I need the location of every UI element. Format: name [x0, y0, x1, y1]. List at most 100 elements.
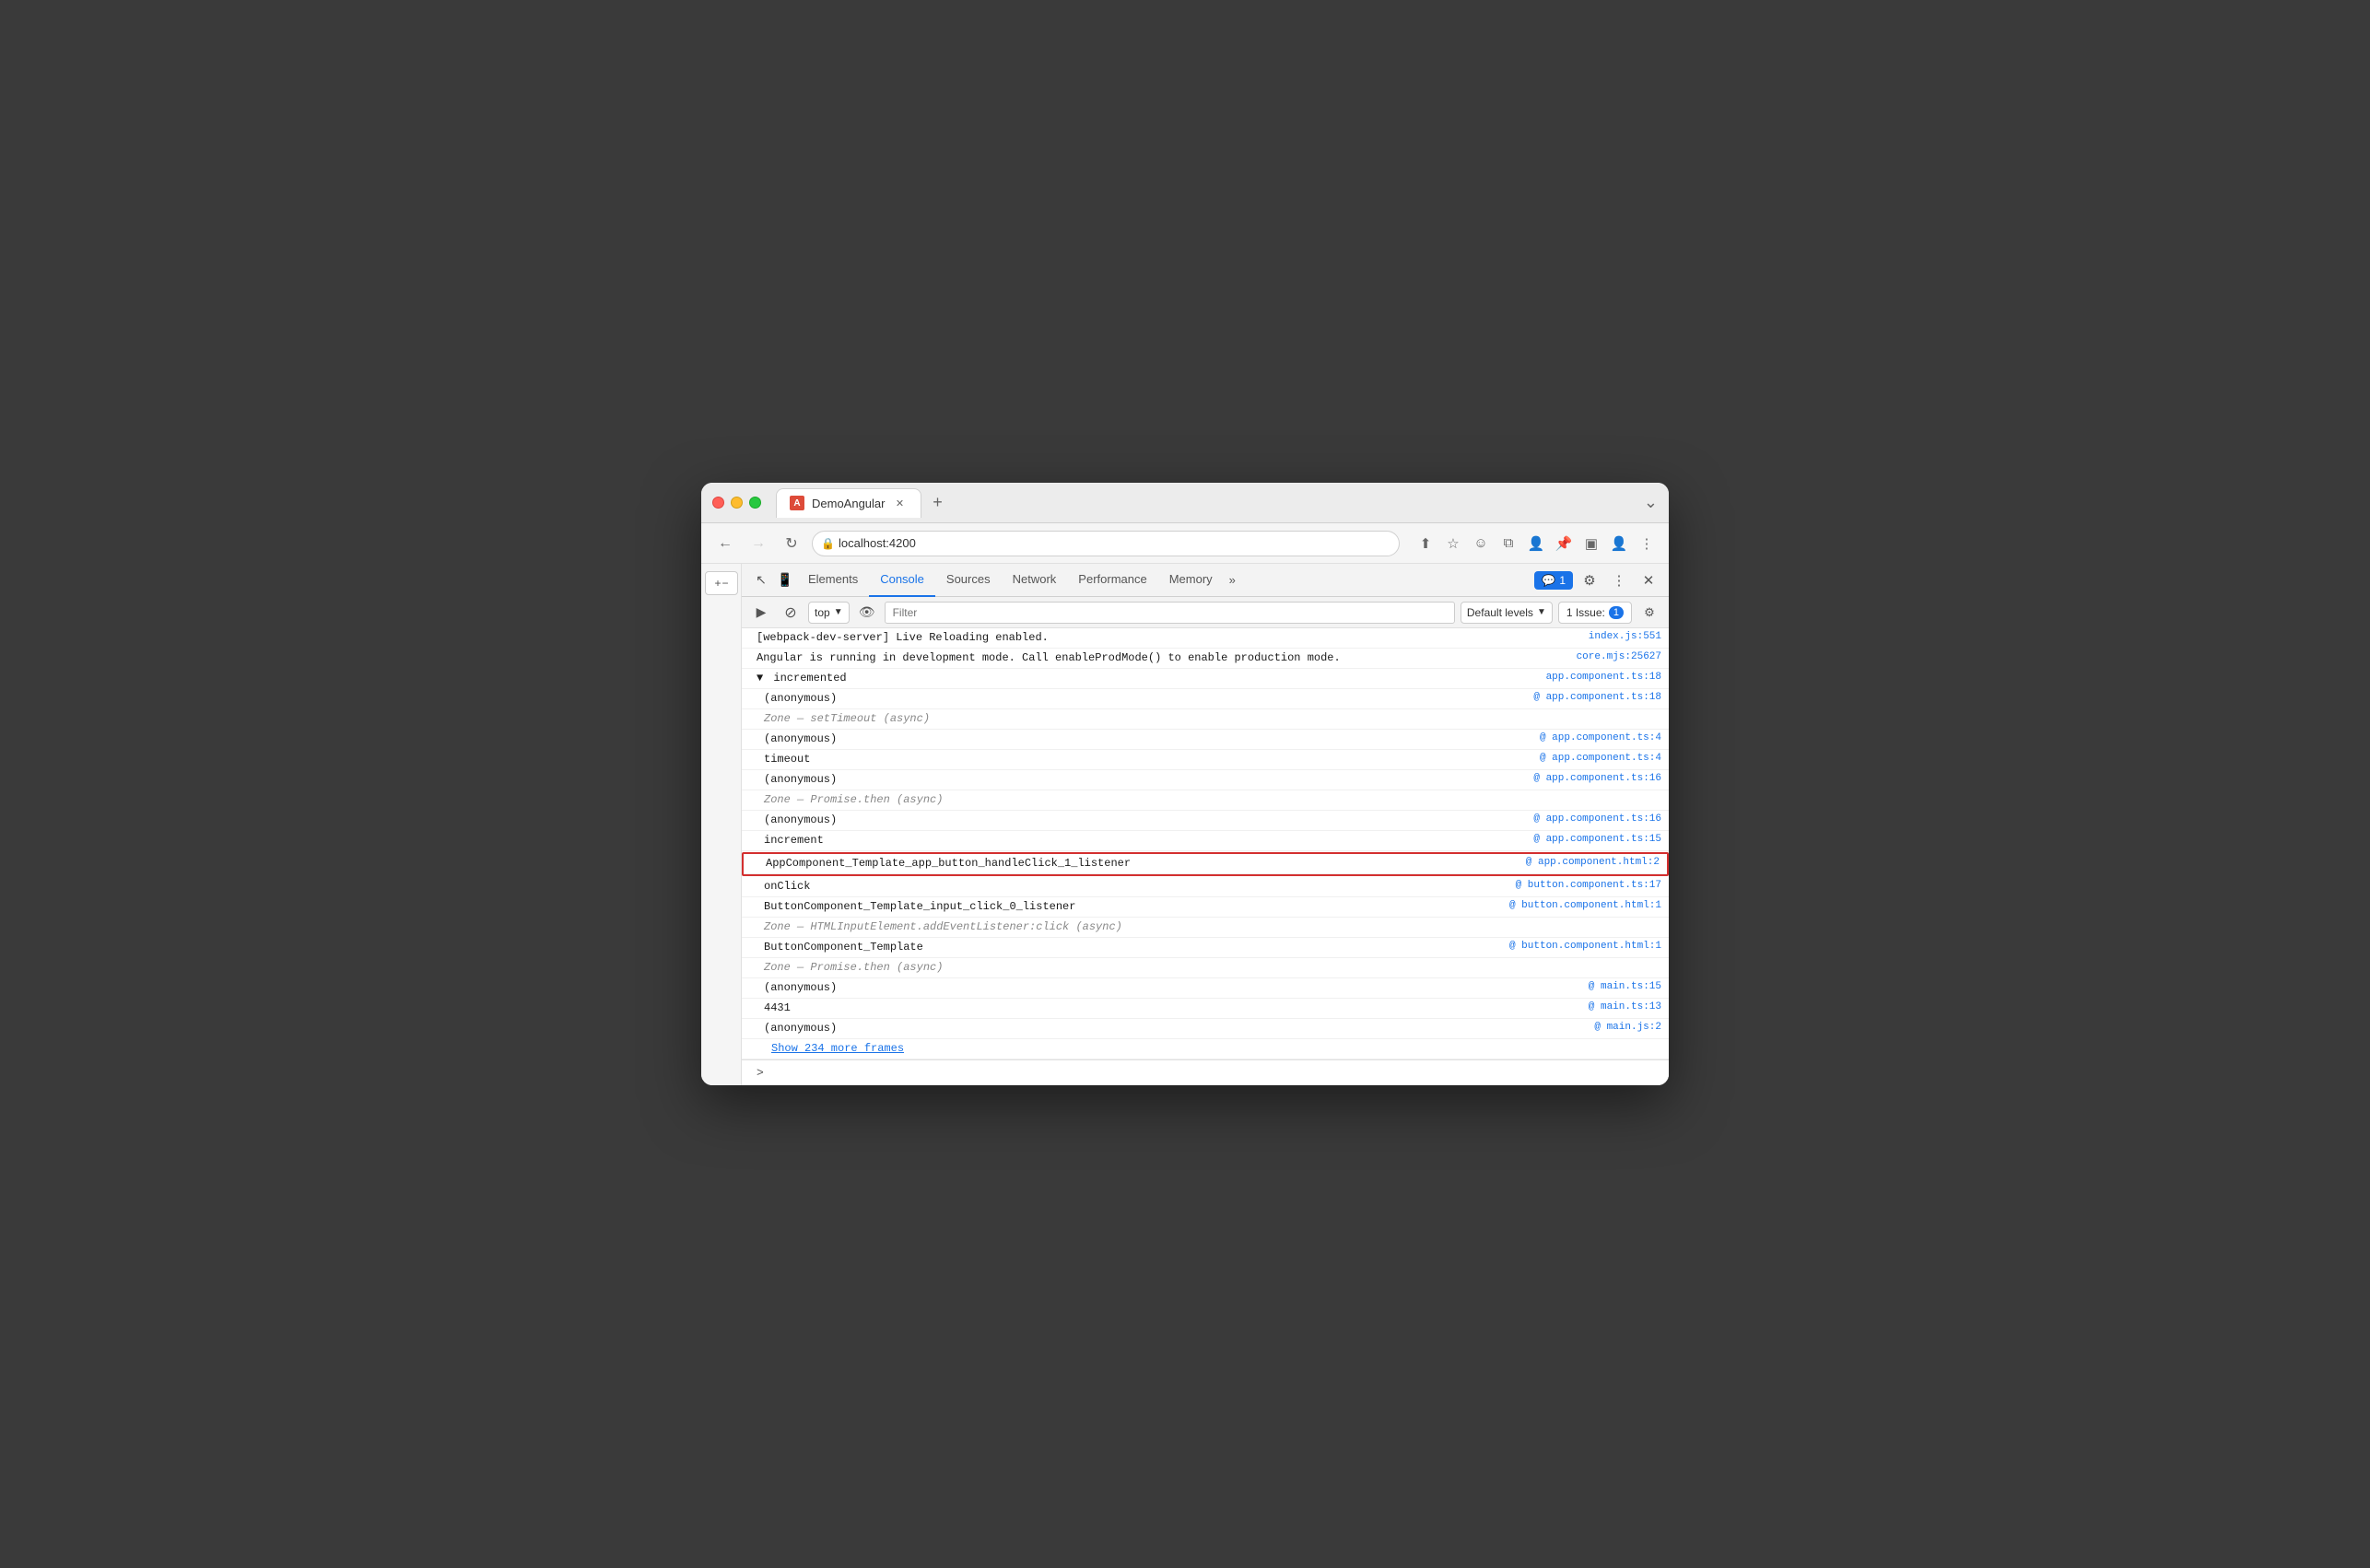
console-line-source[interactable]: @ button.component.html:1	[1509, 941, 1661, 952]
avatar-icon[interactable]: 👤	[1608, 532, 1630, 555]
console-line-source[interactable]: core.mjs:25627	[1577, 651, 1661, 662]
forward-button[interactable]: →	[745, 531, 771, 556]
window-chevron-button[interactable]: ⌄	[1644, 493, 1658, 512]
tab-favicon: A	[790, 496, 804, 510]
browser-toolbar-icons: ⬆ ☆ ☺ ⧉ 👤 📌 ▣ 👤 ⋮	[1414, 532, 1658, 555]
zoom-out-label: −	[722, 577, 729, 590]
console-line: (anonymous) @ app.component.ts:4	[742, 730, 1669, 750]
console-line: timeout @ app.component.ts:4	[742, 750, 1669, 770]
console-line-source[interactable]: @ app.component.html:2	[1526, 857, 1660, 868]
devtools-more-button[interactable]: ⋮	[1606, 568, 1632, 593]
minimize-window-button[interactable]	[731, 497, 743, 509]
console-input[interactable]	[771, 1067, 1661, 1080]
devtools-cursor-tool[interactable]: ↖	[749, 568, 773, 592]
console-line: onClick @ button.component.ts:17	[742, 877, 1669, 897]
levels-dropdown-icon: ▼	[1537, 607, 1546, 617]
console-line-source[interactable]: @ button.component.ts:17	[1516, 880, 1661, 891]
tab-sources[interactable]: Sources	[935, 564, 1002, 597]
console-levels-selector[interactable]: Default levels ▼	[1461, 602, 1553, 624]
close-window-button[interactable]	[712, 497, 724, 509]
console-line: [webpack-dev-server] Live Reloading enab…	[742, 628, 1669, 649]
profile-icon[interactable]: 👤	[1525, 532, 1547, 555]
console-line: Zone — Promise.then (async)	[742, 958, 1669, 978]
console-line-source[interactable]: @ app.component.ts:15	[1533, 834, 1661, 845]
bookmark-icon[interactable]: ☆	[1442, 532, 1464, 555]
tab-performance[interactable]: Performance	[1067, 564, 1157, 597]
console-issues-button[interactable]: 1 Issue: 1	[1558, 602, 1632, 624]
console-context-selector[interactable]: top ▼	[808, 602, 850, 624]
console-line: ButtonComponent_Template_input_click_0_l…	[742, 897, 1669, 918]
chat-badge: 1	[1559, 574, 1566, 587]
left-sidebar: + −	[701, 564, 742, 1085]
console-block-button[interactable]: ⊘	[779, 601, 803, 625]
more-options-icon[interactable]: ⋮	[1636, 532, 1658, 555]
console-output: [webpack-dev-server] Live Reloading enab…	[742, 628, 1669, 1085]
devtools-mobile-tool[interactable]: 📱	[773, 568, 797, 592]
maximize-window-button[interactable]	[749, 497, 761, 509]
context-dropdown-icon: ▼	[834, 607, 843, 617]
console-line: (anonymous) @ app.component.ts:16	[742, 811, 1669, 831]
console-eye-button[interactable]: 👁	[855, 601, 879, 625]
console-line: ▼ incremented app.component.ts:18	[742, 669, 1669, 689]
console-toolbar: ▶ ⊘ top ▼ 👁 Default levels ▼ 1 Issue: 1 …	[742, 597, 1669, 628]
back-button[interactable]: ←	[712, 531, 738, 556]
console-settings-button[interactable]: ⚙	[1637, 601, 1661, 625]
traffic-lights	[712, 497, 761, 509]
tab-console[interactable]: Console	[869, 564, 935, 597]
console-line-content: AppComponent_Template_app_button_handleC…	[766, 857, 1511, 870]
tab-elements[interactable]: Elements	[797, 564, 869, 597]
console-line-content: (anonymous)	[764, 981, 1574, 994]
devtools-chat-button[interactable]: 💬 1	[1534, 571, 1573, 590]
chat-icon: 💬	[1542, 574, 1555, 587]
console-line-source[interactable]: @ app.component.ts:16	[1533, 813, 1661, 825]
console-line-source[interactable]: @ main.ts:15	[1589, 981, 1661, 992]
console-line-content: (anonymous)	[764, 1022, 1579, 1035]
issues-label: 1 Issue:	[1566, 606, 1605, 619]
console-line: Zone — HTMLInputElement.addEventListener…	[742, 918, 1669, 938]
console-clear-button[interactable]: ▶	[749, 601, 773, 625]
devtools-panel: ↖ 📱 Elements Console Sources Network Per…	[742, 564, 1669, 1085]
console-line-source[interactable]: @ main.js:2	[1594, 1022, 1661, 1033]
console-line-source[interactable]: @ app.component.ts:4	[1540, 753, 1661, 764]
pin-icon[interactable]: 📌	[1553, 532, 1575, 555]
console-line-content: Zone — Promise.then (async)	[764, 961, 1647, 974]
address-field[interactable]: localhost:4200	[812, 531, 1400, 556]
console-line-source[interactable]: @ main.ts:13	[1589, 1001, 1661, 1012]
reload-button[interactable]: ↻	[779, 531, 804, 556]
show-more-frames-line: Show 234 more frames	[742, 1039, 1669, 1059]
main-area: + − ↖ 📱 Elements Console Sources Network…	[701, 564, 1669, 1085]
devtools-tabs-right: 💬 1 ⚙ ⋮ ✕	[1534, 568, 1661, 593]
face-icon[interactable]: ☺	[1470, 532, 1492, 555]
tab-close-button[interactable]: ✕	[893, 496, 908, 510]
zoom-controls[interactable]: + −	[705, 571, 738, 595]
console-line-content: ButtonComponent_Template_input_click_0_l…	[764, 900, 1495, 913]
console-line: 4431 @ main.ts:13	[742, 999, 1669, 1019]
title-bar: A DemoAngular ✕ + ⌄	[701, 483, 1669, 523]
console-line-source[interactable]: app.component.ts:18	[1546, 672, 1661, 683]
console-line-content: (anonymous)	[764, 692, 1519, 705]
sidebar-toggle-icon[interactable]: ▣	[1580, 532, 1602, 555]
new-tab-button[interactable]: +	[925, 490, 951, 516]
console-line-source[interactable]: @ app.component.ts:16	[1533, 773, 1661, 784]
tab-network[interactable]: Network	[1002, 564, 1068, 597]
more-tabs-button[interactable]: »	[1224, 573, 1241, 587]
devtools-settings-button[interactable]: ⚙	[1577, 568, 1602, 593]
tab-memory[interactable]: Memory	[1158, 564, 1224, 597]
console-line-source[interactable]: @ app.component.ts:4	[1540, 732, 1661, 743]
console-line-source[interactable]: @ button.component.html:1	[1509, 900, 1661, 911]
console-line-content: Zone — HTMLInputElement.addEventListener…	[764, 920, 1647, 933]
show-more-frames-link[interactable]: Show 234 more frames	[771, 1042, 904, 1055]
devtools-close-button[interactable]: ✕	[1636, 568, 1661, 593]
address-input-container: 🔒 localhost:4200	[812, 531, 1400, 556]
share-icon[interactable]: ⬆	[1414, 532, 1437, 555]
console-filter-input[interactable]	[885, 602, 1455, 624]
console-line-source[interactable]: @ app.component.ts:18	[1533, 692, 1661, 703]
console-line: (anonymous) @ app.component.ts:16	[742, 770, 1669, 790]
issues-badge: 1	[1609, 606, 1624, 619]
console-line-content: Zone — setTimeout (async)	[764, 712, 1647, 725]
tab-title: DemoAngular	[812, 497, 886, 510]
extensions-icon[interactable]: ⧉	[1497, 532, 1519, 555]
active-tab[interactable]: A DemoAngular ✕	[776, 488, 921, 518]
browser-window: A DemoAngular ✕ + ⌄ ← → ↻ 🔒 localhost:42…	[701, 483, 1669, 1085]
console-line-source[interactable]: index.js:551	[1589, 631, 1661, 642]
